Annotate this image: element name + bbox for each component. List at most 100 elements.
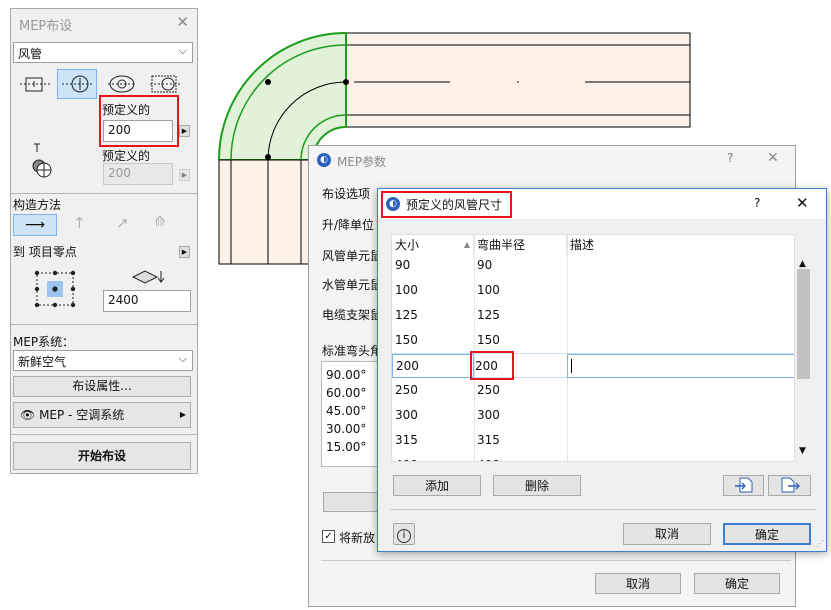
- cell-size[interactable]: 250: [392, 378, 474, 403]
- help-button[interactable]: ?: [754, 196, 760, 210]
- angle-item[interactable]: 15.00°: [326, 438, 376, 456]
- cell-size[interactable]: 100: [392, 278, 474, 303]
- sizes-table[interactable]: 大小 ▲ 弯曲半径 描述 90 90 100 100 125 125 150 150 200 20…: [391, 234, 795, 462]
- elevation-value: 2400: [108, 293, 139, 307]
- cancel-button[interactable]: 取消: [623, 523, 711, 545]
- cell-radius[interactable]: 90: [474, 253, 567, 278]
- cell-size[interactable]: 400: [392, 453, 474, 461]
- cell-description[interactable]: [567, 453, 794, 461]
- cell-description[interactable]: [567, 278, 794, 303]
- chevron-right-icon: ▶: [179, 410, 186, 419]
- cell-radius[interactable]: 400: [474, 453, 567, 461]
- info-button[interactable]: i: [393, 523, 415, 545]
- straight-method-button[interactable]: ⟶: [13, 214, 57, 236]
- cell-description[interactable]: [567, 303, 794, 328]
- diagonal-method-button[interactable]: ↗: [116, 214, 129, 232]
- duct-elbow: [218, 32, 349, 161]
- mep-ok-button[interactable]: 确定: [694, 573, 780, 594]
- ok-button[interactable]: 确定: [723, 523, 811, 545]
- angle-item[interactable]: 45.00°: [326, 402, 376, 420]
- cell-description[interactable]: [567, 253, 794, 278]
- reference-center-button[interactable]: [57, 69, 97, 99]
- cell-size[interactable]: 200: [392, 354, 474, 378]
- reference-level-label: 到 项目零点: [13, 245, 77, 259]
- angle-item[interactable]: 30.00°: [326, 420, 376, 438]
- cell-description[interactable]: [567, 378, 794, 403]
- table-row[interactable]: 250 250: [392, 378, 794, 403]
- cell-description[interactable]: [567, 428, 794, 453]
- start-routing-button[interactable]: 开始布设: [13, 442, 191, 470]
- view-selector-button[interactable]: 👁 MEP - 空调系统 ▶: [13, 402, 191, 428]
- cell-radius[interactable]: 100: [474, 278, 567, 303]
- scroll-down-icon[interactable]: ▼: [799, 446, 806, 456]
- angle-item[interactable]: 60.00°: [326, 384, 376, 402]
- cell-radius[interactable]: 250: [474, 378, 567, 403]
- cell-description[interactable]: [567, 354, 794, 378]
- menu-pipe-units[interactable]: 水管单元鼠: [322, 276, 382, 293]
- cell-size[interactable]: 90: [392, 253, 474, 278]
- cell-radius[interactable]: 150: [474, 328, 567, 353]
- cell-size[interactable]: 300: [392, 403, 474, 428]
- column-header-radius[interactable]: 弯曲半径: [474, 235, 567, 255]
- menu-routing-options[interactable]: 布设选项: [322, 185, 370, 202]
- scrollbar-thumb[interactable]: [797, 269, 810, 379]
- table-row[interactable]: 300 300: [392, 403, 794, 428]
- cell-description[interactable]: [567, 328, 794, 353]
- reference-edge-button[interactable]: [15, 69, 55, 99]
- cell-radius[interactable]: 315: [474, 428, 567, 453]
- checkbox[interactable]: ✓: [322, 530, 335, 543]
- view-label: MEP - 空调系统: [39, 408, 125, 422]
- cell-radius[interactable]: 200: [470, 351, 514, 380]
- mep-system-label: MEP系统：: [13, 335, 75, 349]
- cell-size[interactable]: 150: [392, 328, 474, 353]
- arrow-right-icon: ⟶: [24, 217, 46, 233]
- table-row[interactable]: 400400: [392, 453, 794, 461]
- import-button[interactable]: [723, 475, 764, 496]
- size-dropdown-arrow-icon[interactable]: ▶: [179, 125, 190, 137]
- scroll-up-icon[interactable]: ▲: [799, 259, 806, 269]
- table-row[interactable]: 315 315: [392, 428, 794, 453]
- add-button[interactable]: 添加: [393, 475, 481, 496]
- angle-item[interactable]: 90.00°: [326, 366, 376, 384]
- text-cursor: [571, 359, 572, 373]
- reference-level-arrow-icon[interactable]: ▶: [179, 246, 190, 258]
- cell-size[interactable]: 125: [392, 303, 474, 328]
- column-header-label: 大小: [395, 238, 420, 252]
- routing-properties-button[interactable]: 布设属性...: [13, 376, 191, 397]
- divider: [390, 509, 816, 510]
- cell-radius[interactable]: 125: [474, 303, 567, 328]
- table-row[interactable]: 90 90: [392, 253, 794, 278]
- anchor-point-icon[interactable]: [31, 267, 79, 311]
- table-row[interactable]: 150 150: [392, 328, 794, 353]
- menu-cable-tray-units[interactable]: 电缆支架鼠: [322, 306, 382, 323]
- column-header-size[interactable]: 大小 ▲: [392, 235, 474, 255]
- vertical-method-button[interactable]: ↑: [73, 214, 86, 232]
- elbow-angle-list[interactable]: 90.00° 60.00° 45.00° 30.00° 15.00°: [321, 361, 381, 467]
- cell-radius[interactable]: 300: [474, 403, 567, 428]
- export-button[interactable]: [768, 475, 811, 496]
- table-row[interactable]: 100 100: [392, 278, 794, 303]
- 3d-method-button[interactable]: ⟰: [154, 214, 166, 230]
- close-icon[interactable]: ✕: [176, 13, 189, 31]
- cell-size[interactable]: 315: [392, 428, 474, 453]
- duct-width-field: 200: [103, 163, 173, 185]
- table-row[interactable]: 125 125: [392, 303, 794, 328]
- delete-button[interactable]: 删除: [493, 475, 581, 496]
- close-icon[interactable]: ✕: [767, 150, 779, 166]
- menu-duct-units[interactable]: 风管单元鼠: [322, 247, 382, 264]
- elevation-field[interactable]: 2400: [103, 290, 191, 312]
- angle-action-button[interactable]: [323, 492, 383, 512]
- column-header-description[interactable]: 描述: [567, 235, 794, 255]
- close-icon[interactable]: ✕: [796, 194, 809, 212]
- help-button[interactable]: ?: [727, 151, 733, 165]
- element-type-select[interactable]: 风管 ⌵: [13, 42, 193, 63]
- vertical-scrollbar[interactable]: ▲ ▼: [795, 255, 812, 462]
- mep-system-select[interactable]: 新鲜空气 ⌵: [13, 350, 193, 371]
- resize-grip-icon[interactable]: ⋰: [816, 539, 826, 551]
- cell-description[interactable]: [567, 403, 794, 428]
- table-row[interactable]: 200 200: [392, 351, 794, 380]
- eye-icon: 👁: [20, 408, 36, 422]
- menu-rise-drop-units[interactable]: 升/降单位: [322, 216, 374, 233]
- mep-cancel-button[interactable]: 取消: [595, 573, 681, 594]
- duct-size-field[interactable]: 200: [103, 120, 173, 142]
